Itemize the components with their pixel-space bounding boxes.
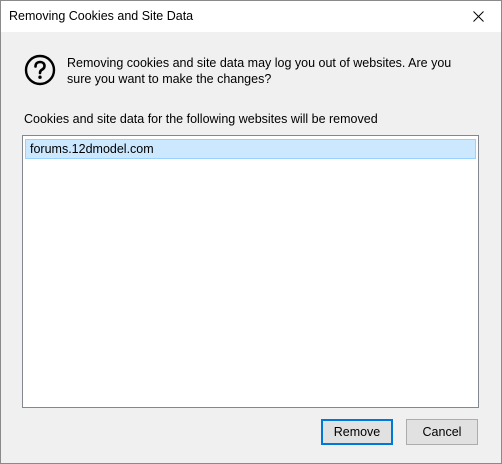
question-icon <box>24 54 56 86</box>
title-bar: Removing Cookies and Site Data <box>1 1 501 32</box>
close-icon <box>473 11 484 22</box>
cancel-button[interactable]: Cancel <box>406 419 478 445</box>
sites-list-label: Cookies and site data for the following … <box>24 112 378 126</box>
list-item[interactable]: forums.12dmodel.com <box>25 139 476 159</box>
warning-message: Removing cookies and site data may log y… <box>67 56 452 86</box>
dialog-title: Removing Cookies and Site Data <box>9 9 194 23</box>
dialog-window: Removing Cookies and Site Data Removing … <box>0 0 502 464</box>
remove-button[interactable]: Remove <box>321 419 393 445</box>
close-button[interactable] <box>455 1 501 32</box>
sites-list[interactable]: forums.12dmodel.com <box>22 135 479 408</box>
